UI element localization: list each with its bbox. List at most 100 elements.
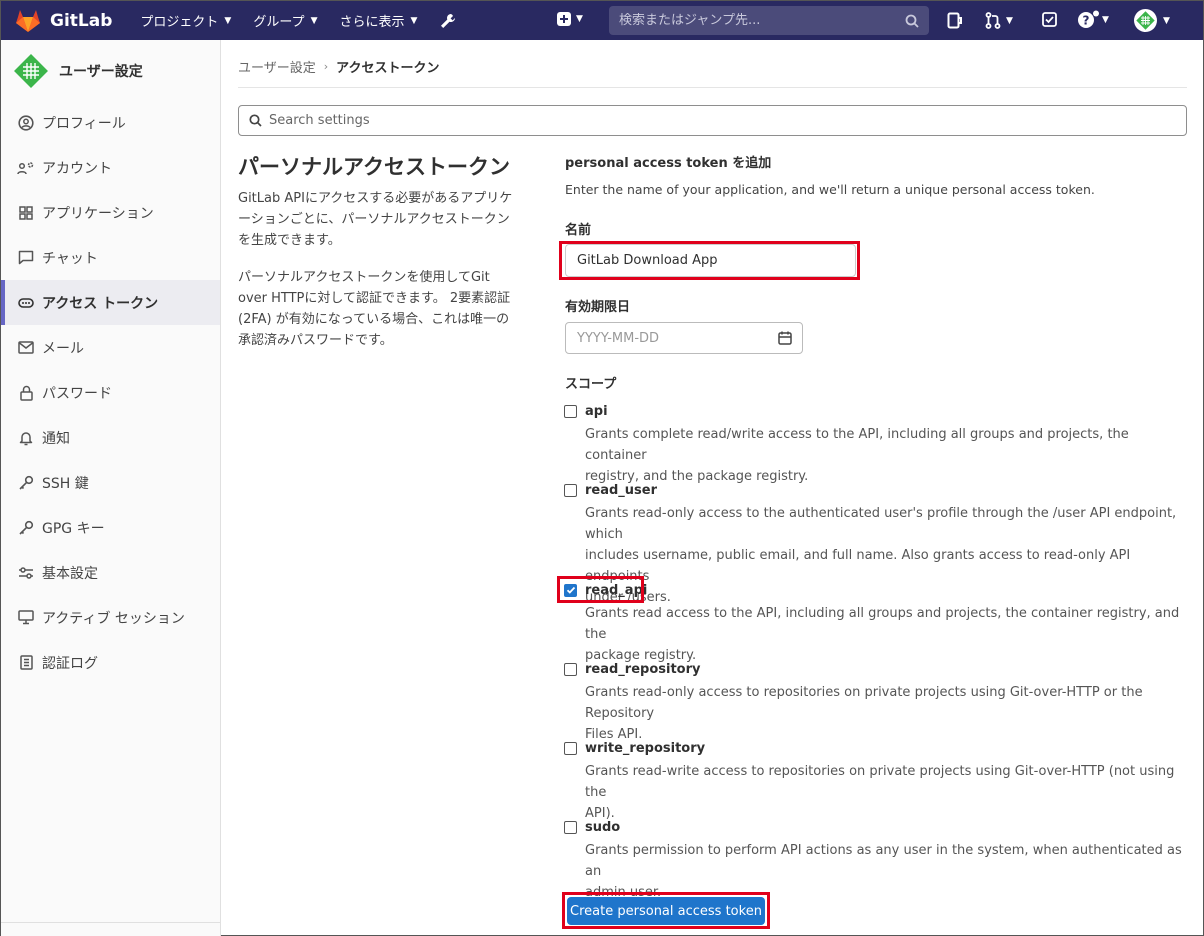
divider [238,87,1187,88]
sidebar-item-label: アプリケーション [42,205,154,222]
scope-sudo: sudo Grants permission to perform API ac… [564,818,1184,903]
name-label: 名前 [565,223,592,238]
sidebar-item-preferences[interactable]: 基本設定 [1,550,220,595]
sidebar-header[interactable]: ユーザー設定 [1,40,220,102]
nav-projects-label: プロジェクト [140,15,219,30]
scope-description: Grants read access to the API, including… [585,603,1185,666]
form-title: personal access token を追加 [565,156,772,171]
chevron-down-icon: ▼ [1102,15,1109,25]
scope-write-repository-checkbox[interactable] [564,741,577,755]
user-menu-dropdown[interactable]: ▼ [1134,9,1170,32]
settings-sidebar: ユーザー設定 プロフィール アカウント アプリケーション チャット アクセス ト… [1,40,221,936]
form-description: Enter the name of your application, and … [565,182,1095,197]
lock-icon [17,384,35,402]
page-title: パーソナルアクセストークン [238,155,510,179]
expiry-date-field[interactable] [565,322,803,354]
nav-projects-dropdown[interactable]: プロジェクト ▼ [140,11,231,30]
sidebar-item-label: プロフィール [42,115,126,132]
chevron-down-icon: ▼ [576,14,583,24]
breadcrumb: ユーザー設定 › アクセストークン [238,57,440,76]
sidebar-item-label: GPG キー [42,520,105,537]
gitlab-logo[interactable]: GitLab [15,9,112,33]
scope-read-repository-checkbox[interactable] [564,662,577,676]
avatar [14,54,48,88]
scope-name[interactable]: api [585,404,608,419]
sidebar-collapse-bar[interactable] [1,922,220,936]
applications-icon [17,204,35,222]
sidebar-item-auth-log[interactable]: 認証ログ [1,640,220,685]
settings-search-input[interactable] [269,113,1186,128]
log-icon [17,654,35,672]
scope-description: Grants read-write access to repositories… [585,761,1185,824]
scope-api: api Grants complete read/write access to… [564,402,1184,487]
chevron-down-icon: ▼ [224,15,232,26]
description-paragraph-1: GitLab APIにアクセスする必要があるアプリケ ーションごとに、パーソナル… [238,188,528,251]
scope-write-repository: write_repository Grants read-write acces… [564,739,1184,824]
sidebar-item-access-tokens[interactable]: アクセス トークン [1,280,220,325]
breadcrumb-current[interactable]: アクセストークン [336,57,439,76]
sidebar-item-chat[interactable]: チャット [1,235,220,280]
sidebar-item-active-sessions[interactable]: アクティブ セッション [1,595,220,640]
global-search[interactable] [609,6,929,35]
sidebar-item-label: アクティブ セッション [42,610,185,627]
sidebar-item-label: チャット [42,250,98,267]
sidebar-item-account[interactable]: アカウント [1,145,220,190]
scope-name[interactable]: read_user [585,483,657,498]
sidebar-item-password[interactable]: パスワード [1,370,220,415]
highlight-box [562,892,770,929]
sidebar-item-gpg-keys[interactable]: GPG キー [1,505,220,550]
issues-icon[interactable] [947,12,963,29]
chat-icon [17,249,35,267]
new-item-dropdown[interactable]: ▼ [557,12,583,26]
scope-name[interactable]: read_repository [585,662,701,677]
account-icon [17,159,35,177]
plus-square-icon [557,12,571,26]
avatar [1134,9,1157,32]
sidebar-item-label: パスワード [42,385,112,402]
sidebar-item-label: 認証ログ [42,655,98,672]
calendar-icon[interactable] [778,331,792,345]
nav-groups-dropdown[interactable]: グループ ▼ [253,11,317,30]
top-navbar: GitLab プロジェクト ▼ グループ ▼ さらに表示 ▼ ▼ ▼ ? ▼ ▼ [1,1,1203,40]
help-dropdown[interactable]: ? ▼ [1077,10,1109,30]
scope-name[interactable]: sudo [585,820,620,835]
global-search-input[interactable] [619,13,905,28]
sidebar-item-label: 通知 [42,430,70,447]
chevron-down-icon: ▼ [310,15,318,26]
description-line: GitLab APIにアクセスする必要があるアプリケ [238,191,513,206]
todos-icon[interactable] [1042,12,1057,27]
sidebar-item-email[interactable]: メール [1,325,220,370]
nav-more-label: さらに表示 [339,15,405,30]
key-icon [17,474,35,492]
scope-description-line: Grants read-only access to repositories … [585,685,1143,721]
sidebar-item-ssh-keys[interactable]: SSH 鍵 [1,460,220,505]
sidebar-item-label: メール [42,340,84,357]
breadcrumb-parent-link[interactable]: ユーザー設定 [238,57,316,76]
scope-description-line: Grants read access to the API, including… [585,606,1180,642]
sidebar-item-profile[interactable]: プロフィール [1,100,220,145]
sidebar-item-applications[interactable]: アプリケーション [1,190,220,235]
scope-sudo-checkbox[interactable] [564,820,577,834]
mail-icon [17,339,35,357]
scope-api-checkbox[interactable] [564,404,577,418]
settings-search[interactable] [238,105,1187,136]
expiry-date-input[interactable] [577,330,778,346]
description-line: over HTTPに対して認証できます。 2要素認証 [238,291,511,306]
sidebar-item-label: SSH 鍵 [42,475,89,492]
scope-read-user-checkbox[interactable] [564,483,577,497]
scope-description-line: Grants permission to perform API actions… [585,843,1182,879]
description-line: ーションごとに、パーソナルアクセストークン [238,212,510,227]
scope-name[interactable]: write_repository [585,741,705,756]
preferences-icon [17,564,35,582]
admin-wrench-icon[interactable] [439,12,457,30]
svg-text:?: ? [1083,14,1090,28]
token-icon [17,294,35,312]
gitlab-tanuki-icon [16,9,40,32]
chevron-down-icon: ▼ [1006,15,1013,26]
merge-request-icon [985,12,1001,29]
merge-requests-dropdown[interactable]: ▼ [985,12,1013,29]
scope-description: Grants read-only access to repositories … [585,682,1185,745]
scope-description: Grants complete read/write access to the… [585,424,1185,487]
sidebar-item-notifications[interactable]: 通知 [1,415,220,460]
nav-more-dropdown[interactable]: さらに表示 ▼ [339,11,417,30]
